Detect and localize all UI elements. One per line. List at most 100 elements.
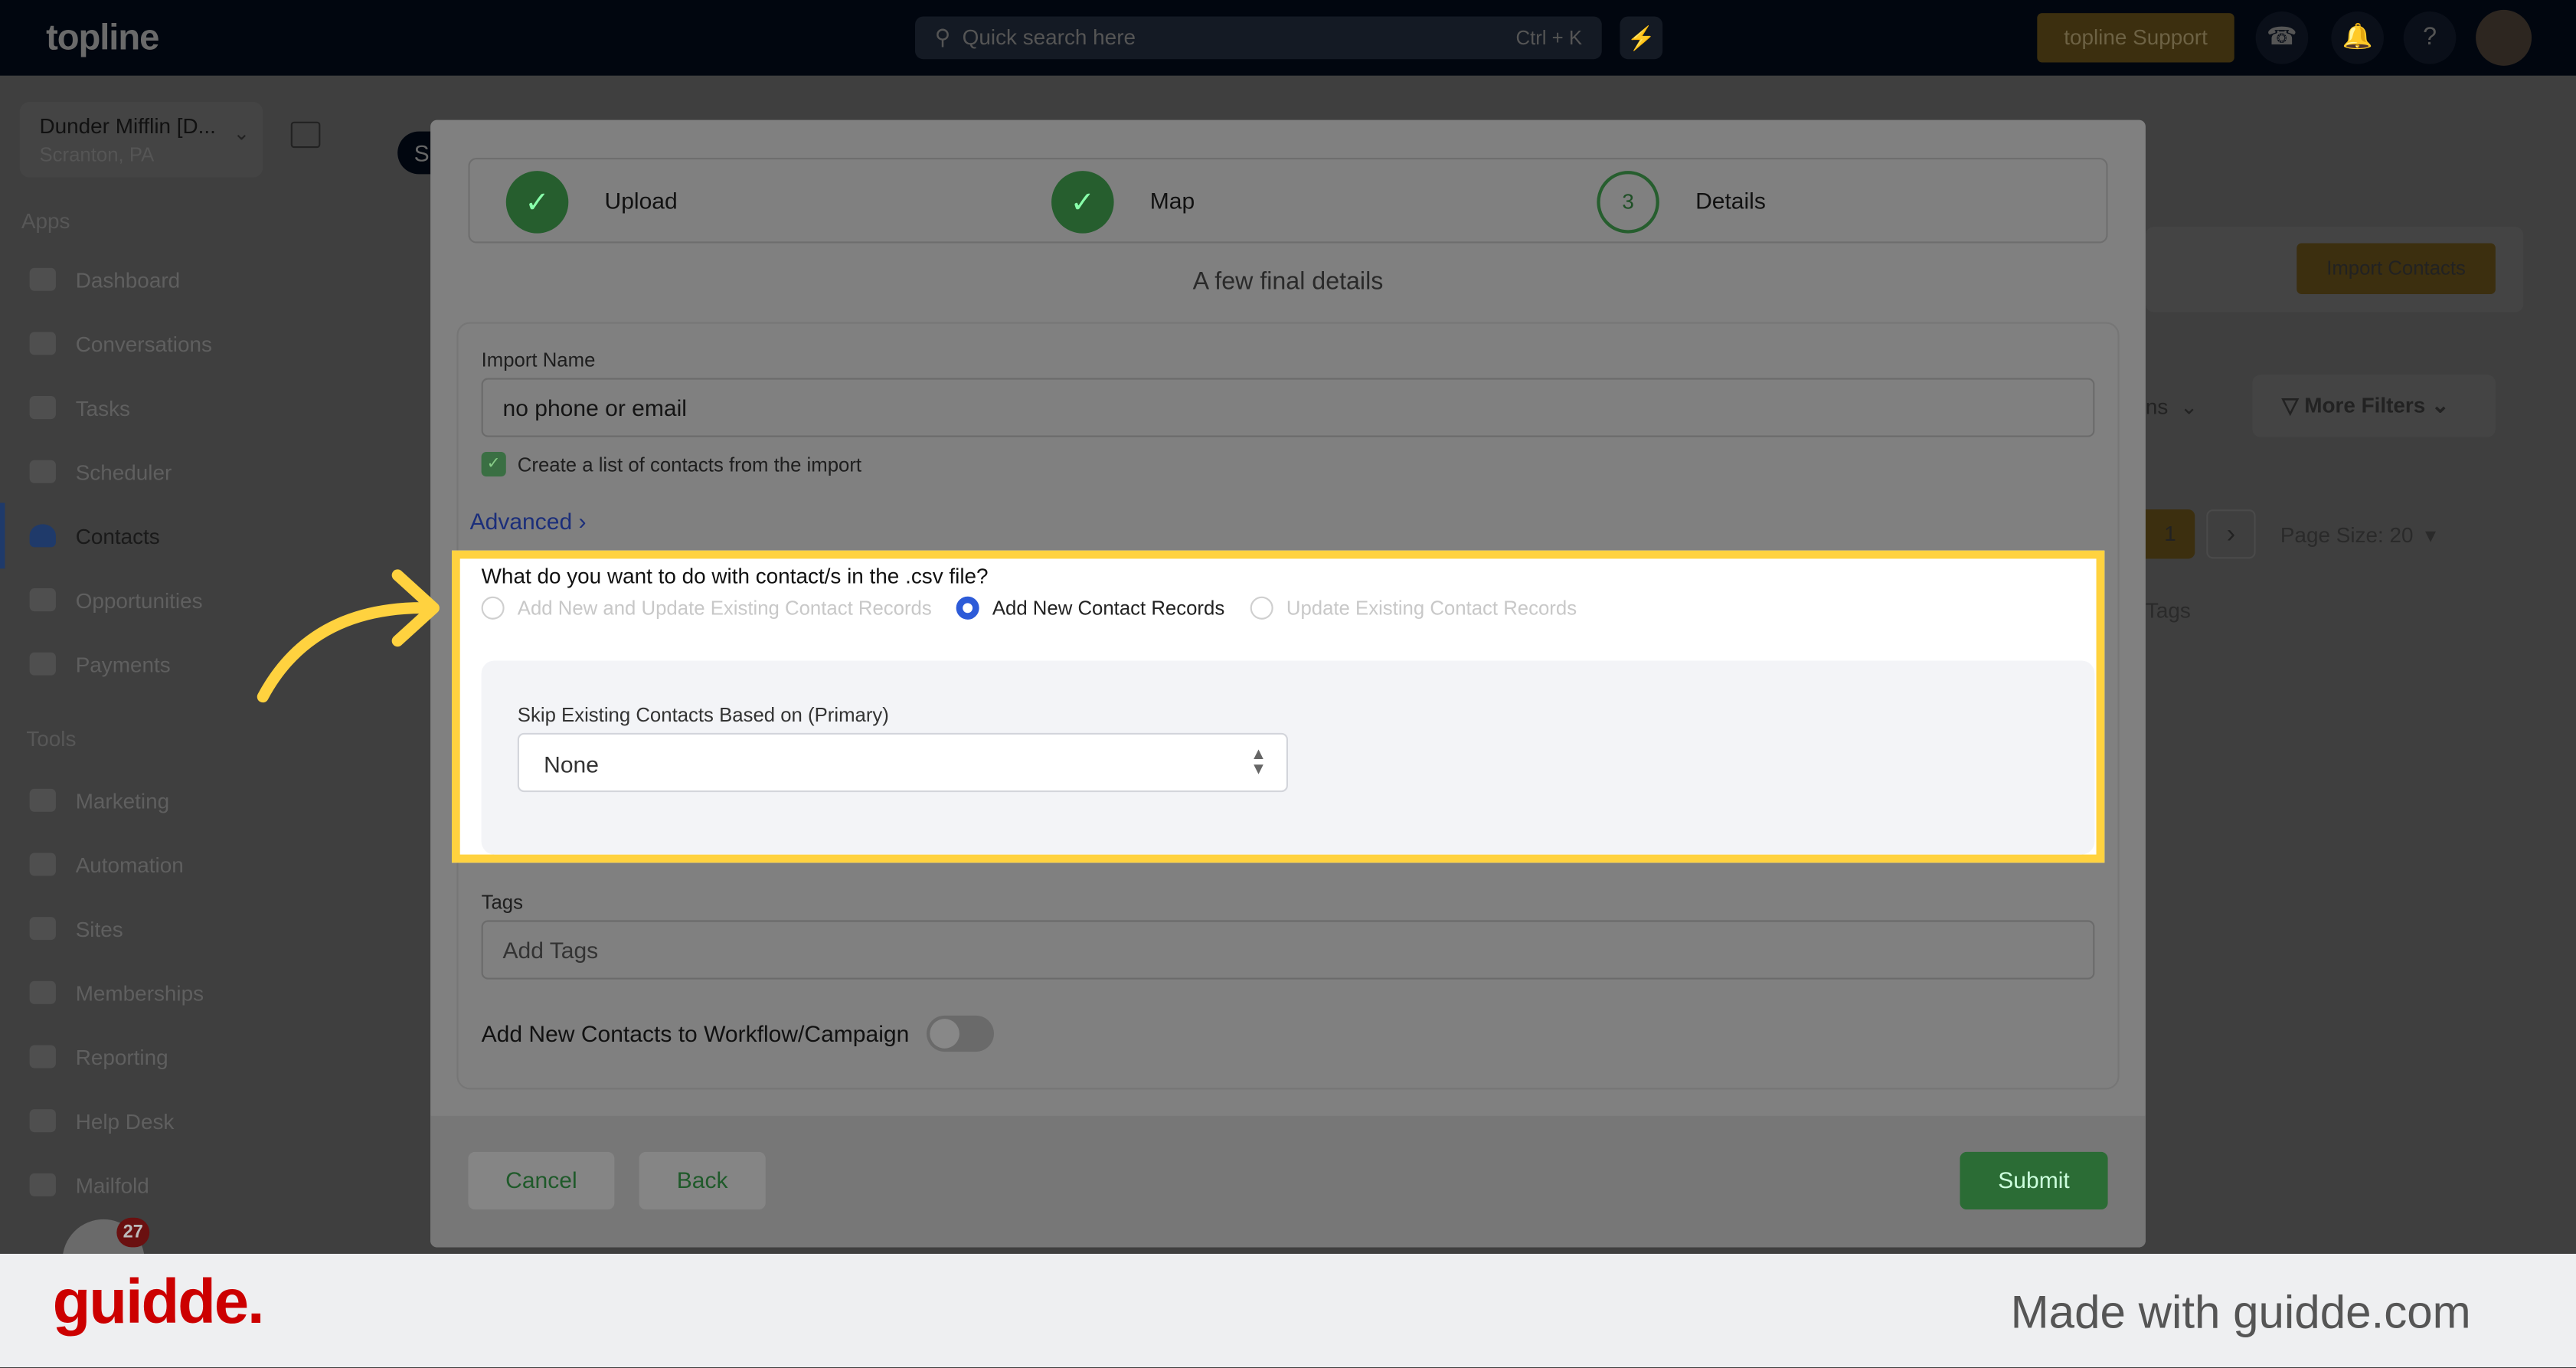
sidebar-item-label: Marketing	[75, 787, 170, 813]
sidebar-item-sites[interactable]: Sites	[29, 912, 358, 945]
sidebar-item-label: Scheduler	[75, 459, 172, 484]
radio-update-existing-label: Update Existing Contact Records	[1286, 596, 1577, 620]
sidebar-item-label: Opportunities	[75, 587, 203, 613]
memberships-icon	[29, 980, 56, 1004]
tasks-icon	[29, 396, 56, 420]
chevron-right-icon: ›	[578, 507, 587, 535]
skip-contacts-select[interactable]: None ▲ ▼	[517, 732, 1289, 793]
avatar[interactable]	[2476, 9, 2532, 66]
opportunities-icon	[29, 588, 56, 612]
sidebar-item-label: Payments	[75, 651, 171, 676]
next-page-button[interactable]: ›	[2206, 509, 2256, 559]
import-contacts-button[interactable]: Import Contacts	[2296, 243, 2496, 295]
sidebar-item-contacts[interactable]: Contacts	[29, 519, 358, 552]
contacts-icon	[29, 524, 56, 548]
guidde-logo: guidde.	[52, 1268, 265, 1338]
bell-icon[interactable]: 🔔	[2331, 11, 2384, 64]
help-icon[interactable]: ?	[2403, 11, 2457, 64]
skip-contacts-value: None	[544, 751, 599, 777]
more-filters-label: More Filters	[2304, 392, 2426, 417]
tags-placeholder: Add Tags	[502, 936, 599, 964]
import-action-question: What do you want to do with contact/s in…	[481, 563, 989, 589]
sidebar-item-label: Contacts	[75, 523, 160, 548]
modal-subtitle: A few final details	[1192, 267, 1384, 296]
skip-contacts-label: Skip Existing Contacts Based on (Primary…	[517, 703, 889, 727]
bolt-icon[interactable]: ⚡	[1620, 16, 1663, 60]
create-list-label: Create a list of contacts from the impor…	[517, 453, 862, 477]
app-logo[interactable]: topline	[46, 16, 159, 59]
page-1-button[interactable]: 1	[2145, 509, 2195, 559]
radio-add-new-label: Add New Contact Records	[992, 596, 1225, 620]
scheduler-icon	[29, 460, 56, 483]
step-details: Details	[1695, 187, 1766, 214]
tools-section-label: Tools	[26, 726, 77, 751]
columns-dropdown[interactable]: ns ⌄	[2146, 394, 2198, 421]
sidebar-item-label: Reporting	[75, 1044, 168, 1069]
sort-arrows-icon: ▲ ▼	[1250, 746, 1267, 779]
step-details-number: 3	[1597, 171, 1659, 234]
sidebar-toggle-icon[interactable]	[290, 121, 321, 149]
quick-search-input[interactable]: ⚲ Quick search here Ctrl + K	[914, 16, 1602, 60]
conversations-icon	[29, 332, 56, 355]
notification-badge: 27	[116, 1217, 150, 1248]
back-button[interactable]: Back	[639, 1151, 766, 1210]
made-with-guidde: Made with guidde.com	[2010, 1286, 2471, 1338]
sidebar-item-label: Conversations	[75, 331, 212, 356]
submit-button[interactable]: Submit	[1960, 1151, 2108, 1210]
tags-input[interactable]: Add Tags	[481, 920, 2095, 980]
import-name-input[interactable]	[481, 378, 2095, 437]
page-size-select[interactable]: Page Size: 20 ▾	[2280, 522, 2436, 548]
search-shortcut: Ctrl + K	[1515, 26, 1583, 50]
account-name: Dunder Mifflin [D...	[39, 113, 216, 139]
sidebar-item-help-desk[interactable]: Help Desk	[29, 1105, 358, 1137]
create-list-checkbox[interactable]: ✓	[481, 451, 506, 477]
import-name-label: Import Name	[481, 348, 596, 371]
mailfold-icon	[29, 1173, 56, 1196]
filter-icon: ▽	[2281, 392, 2299, 417]
active-indicator	[0, 502, 5, 569]
reporting-icon	[29, 1045, 56, 1069]
step-upload: Upload	[604, 187, 678, 214]
pointer-arrow-icon	[257, 569, 440, 703]
sidebar-item-marketing[interactable]: Marketing	[29, 784, 358, 817]
sidebar-item-label: Tasks	[75, 394, 130, 421]
phone-icon[interactable]: ☎	[2255, 11, 2309, 64]
sidebar-item-automation[interactable]: Automation	[29, 848, 358, 881]
radio-add-and-update-label: Add New and Update Existing Contact Reco…	[517, 596, 932, 620]
account-switcher[interactable]: Dunder Mifflin [D... Scranton, PA ⌄	[19, 102, 263, 178]
advanced-toggle[interactable]: Advanced ›	[470, 508, 587, 534]
chevron-down-icon: ⌄	[233, 121, 250, 145]
step-map-check-icon: ✓	[1051, 171, 1114, 234]
sidebar-item-memberships[interactable]: Memberships	[29, 976, 358, 1009]
sidebar-item-tasks[interactable]: Tasks	[29, 391, 358, 424]
cancel-button[interactable]: Cancel	[468, 1151, 615, 1210]
sidebar-item-reporting[interactable]: Reporting	[29, 1040, 358, 1073]
sidebar-item-label: Mailfold	[75, 1172, 149, 1197]
search-placeholder: Quick search here	[962, 25, 1136, 50]
stepper	[468, 157, 2108, 244]
apps-section-label: Apps	[21, 208, 70, 234]
sidebar-item-scheduler[interactable]: Scheduler	[29, 455, 358, 488]
sidebar-item-mailfold[interactable]: Mailfold	[29, 1168, 358, 1201]
sidebar-item-conversations[interactable]: Conversations	[29, 327, 358, 360]
support-button[interactable]: topline Support	[2037, 13, 2234, 63]
step-map: Map	[1149, 187, 1195, 214]
more-filters-button[interactable]: ▽ More Filters ⌄	[2252, 375, 2496, 437]
tags-label: Tags	[481, 890, 524, 914]
account-location: Scranton, PA	[39, 142, 155, 166]
workflow-toggle[interactable]	[927, 1015, 994, 1052]
sites-icon	[29, 917, 56, 941]
sidebar-item-dashboard[interactable]: Dashboard	[29, 263, 358, 296]
sidebar-item-label: Help Desk	[75, 1108, 175, 1134]
sidebar-item-label: Memberships	[75, 980, 204, 1005]
marketing-icon	[29, 788, 56, 812]
radio-add-and-update[interactable]	[481, 596, 505, 620]
step-upload-check-icon: ✓	[505, 171, 569, 234]
radio-add-new[interactable]	[956, 596, 979, 620]
radio-update-existing[interactable]	[1250, 596, 1273, 620]
dashboard-icon	[29, 267, 56, 291]
page-size-label: Page Size: 20	[2280, 522, 2414, 548]
sidebar-item-label: Dashboard	[75, 267, 181, 292]
columns-label: ns	[2145, 394, 2169, 420]
tags-column-header: Tags	[2145, 597, 2191, 623]
